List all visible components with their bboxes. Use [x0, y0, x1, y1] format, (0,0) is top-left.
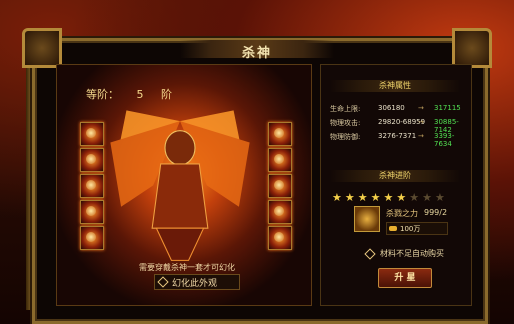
rank-unit: 阶 [161, 88, 172, 101]
attr-current: 306180 [378, 104, 405, 112]
attr-label: 物理攻击: [330, 119, 361, 127]
window-title: 杀神 [241, 46, 272, 61]
arrow-right-icon: → [418, 118, 424, 126]
star-filled-icon: ★ [357, 191, 368, 204]
auto-buy-label: 材料不足自动购买 [380, 249, 444, 258]
attr-current: 3276-7371 [378, 132, 417, 140]
checkbox-diamond-icon[interactable] [364, 247, 376, 260]
material-count: 999/2 [424, 208, 448, 217]
rank-label: 等阶： [86, 88, 119, 101]
attr-next: 317115 [434, 104, 461, 112]
material-name: 杀戮之力 [386, 209, 418, 218]
equipment-slot[interactable] [80, 200, 104, 224]
arrow-right-icon: → [418, 132, 424, 140]
equipment-slot[interactable] [268, 200, 292, 224]
star-empty-icon: ★ [422, 191, 432, 204]
rank-display: 等阶： 5 阶 [86, 86, 186, 102]
gold-value: 100万 [400, 224, 421, 233]
star-filled-icon: ★ [332, 191, 342, 204]
equipment-slot[interactable] [80, 174, 104, 198]
equipment-slot[interactable] [268, 226, 292, 250]
illusion-toggle-button[interactable]: 幻化此外观 [154, 274, 240, 290]
attr-row-attack: 物理攻击: 29820-68959 → 30885-7142 [330, 118, 472, 134]
belt-icon [274, 206, 284, 216]
attr-label: 生命上限: [330, 105, 361, 113]
weapon-icon [86, 128, 96, 138]
star-filled-icon: ★ [383, 191, 394, 204]
equipment-slot[interactable] [268, 148, 292, 172]
star-empty-icon: ★ [435, 191, 445, 204]
equipment-slot[interactable] [80, 148, 104, 172]
bracelet-icon [86, 206, 96, 216]
auto-buy-option[interactable]: 材料不足自动购买 [364, 247, 444, 260]
rank-value: 5 [136, 88, 144, 101]
upgrade-star-button[interactable]: 升 星 [378, 268, 432, 288]
checkbox-diamond-icon[interactable] [157, 276, 169, 288]
requirement-text: 需要穿戴杀神一套才可幻化 [139, 263, 235, 272]
equipment-slot[interactable] [268, 122, 292, 146]
attr-next: 3393-7634 [434, 132, 455, 148]
gold-cost: 100万 [386, 222, 448, 235]
arrow-right-icon: → [418, 104, 424, 112]
equipment-slot[interactable] [80, 122, 104, 146]
star-filled-icon: ★ [344, 191, 355, 204]
attr-row-defense: 物理防御: 3276-7371 → 3393-7634 [330, 132, 472, 148]
equipment-slot[interactable] [268, 174, 292, 198]
avatar [110, 110, 250, 261]
medal-icon [274, 154, 284, 164]
star-filled-icon: ★ [370, 191, 381, 204]
advance-header: 杀神进阶 [330, 170, 460, 182]
attributes-header: 杀神属性 [330, 80, 460, 92]
necklace-icon [86, 180, 96, 190]
ring-icon [86, 232, 96, 242]
armor-icon [274, 128, 284, 138]
helmet-icon [86, 154, 96, 164]
star-filled-icon: ★ [396, 191, 407, 204]
attr-label: 物理防御: [330, 133, 361, 141]
gold-icon [389, 226, 397, 231]
material-item-slot[interactable] [354, 206, 380, 232]
star-empty-icon: ★ [409, 191, 420, 204]
equipment-slot[interactable] [80, 226, 104, 250]
attr-row-hp: 生命上限: 306180 → 317115 [330, 104, 472, 116]
star-rating: ★ ★ ★ ★ ★ ★ ★ ★ ★ [332, 192, 462, 204]
bracelet-icon [274, 180, 284, 190]
boots-icon [274, 232, 284, 242]
illusion-label: 幻化此外观 [172, 278, 218, 289]
